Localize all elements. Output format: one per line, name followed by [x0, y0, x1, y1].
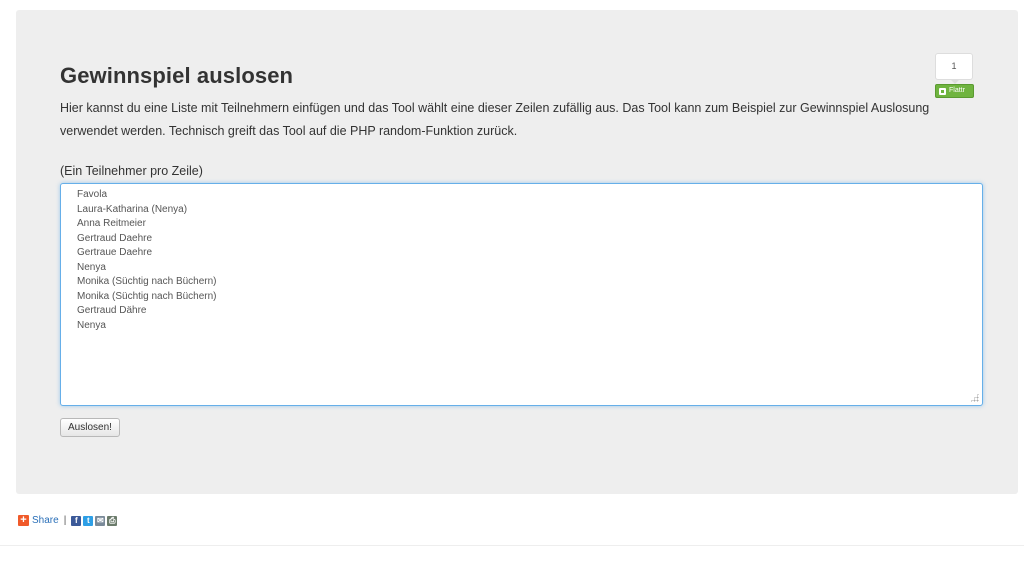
participant-line: Monika (Süchtig nach Büchern): [77, 276, 217, 287]
flattr-count: 1: [935, 53, 973, 84]
twitter-icon[interactable]: t: [83, 515, 94, 526]
participant-line: Nenya: [77, 261, 106, 273]
mail-icon[interactable]: ✉: [95, 515, 106, 526]
participant-line: Gertraud Daehre: [77, 232, 153, 244]
participant-line: Nenya: [77, 319, 106, 331]
draw-button[interactable]: Auslosen!: [60, 418, 120, 437]
participant-line: Anna Reitmeier: [77, 218, 146, 229]
participant-line: Gertraue Daehre: [77, 247, 153, 258]
participant-line: Laura-Katharina (Nenya): [77, 203, 188, 215]
share-separator: |: [63, 515, 67, 526]
flattr-button[interactable]: Flattr: [935, 84, 974, 98]
flattr-label: Flattr: [949, 87, 965, 94]
print-icon[interactable]: ⎙: [107, 515, 118, 526]
participants-label: (Ein Teilnehmer pro Zeile): [60, 164, 203, 178]
page-description: Hier kannst du eine Liste mit Teilnehmer…: [60, 101, 930, 138]
participant-line: Favola: [77, 189, 108, 200]
flattr-icon: [939, 87, 946, 95]
participants-textarea[interactable]: Favola Laura-Katharina (Nenya) Anna Reit…: [60, 183, 983, 406]
participant-line: Gertraud Dähre: [77, 305, 147, 316]
share-bar: + Share | f t ✉ ⎙: [18, 515, 119, 526]
share-link[interactable]: Share: [32, 515, 59, 526]
footer-divider: [0, 545, 1024, 546]
share-plus-icon[interactable]: +: [18, 515, 29, 526]
facebook-icon[interactable]: f: [71, 515, 82, 526]
participant-line: Monika (Süchtig nach Büchern): [77, 290, 217, 302]
page-title: Gewinnspiel auslosen: [60, 63, 294, 88]
resize-handle-icon[interactable]: [970, 393, 979, 402]
